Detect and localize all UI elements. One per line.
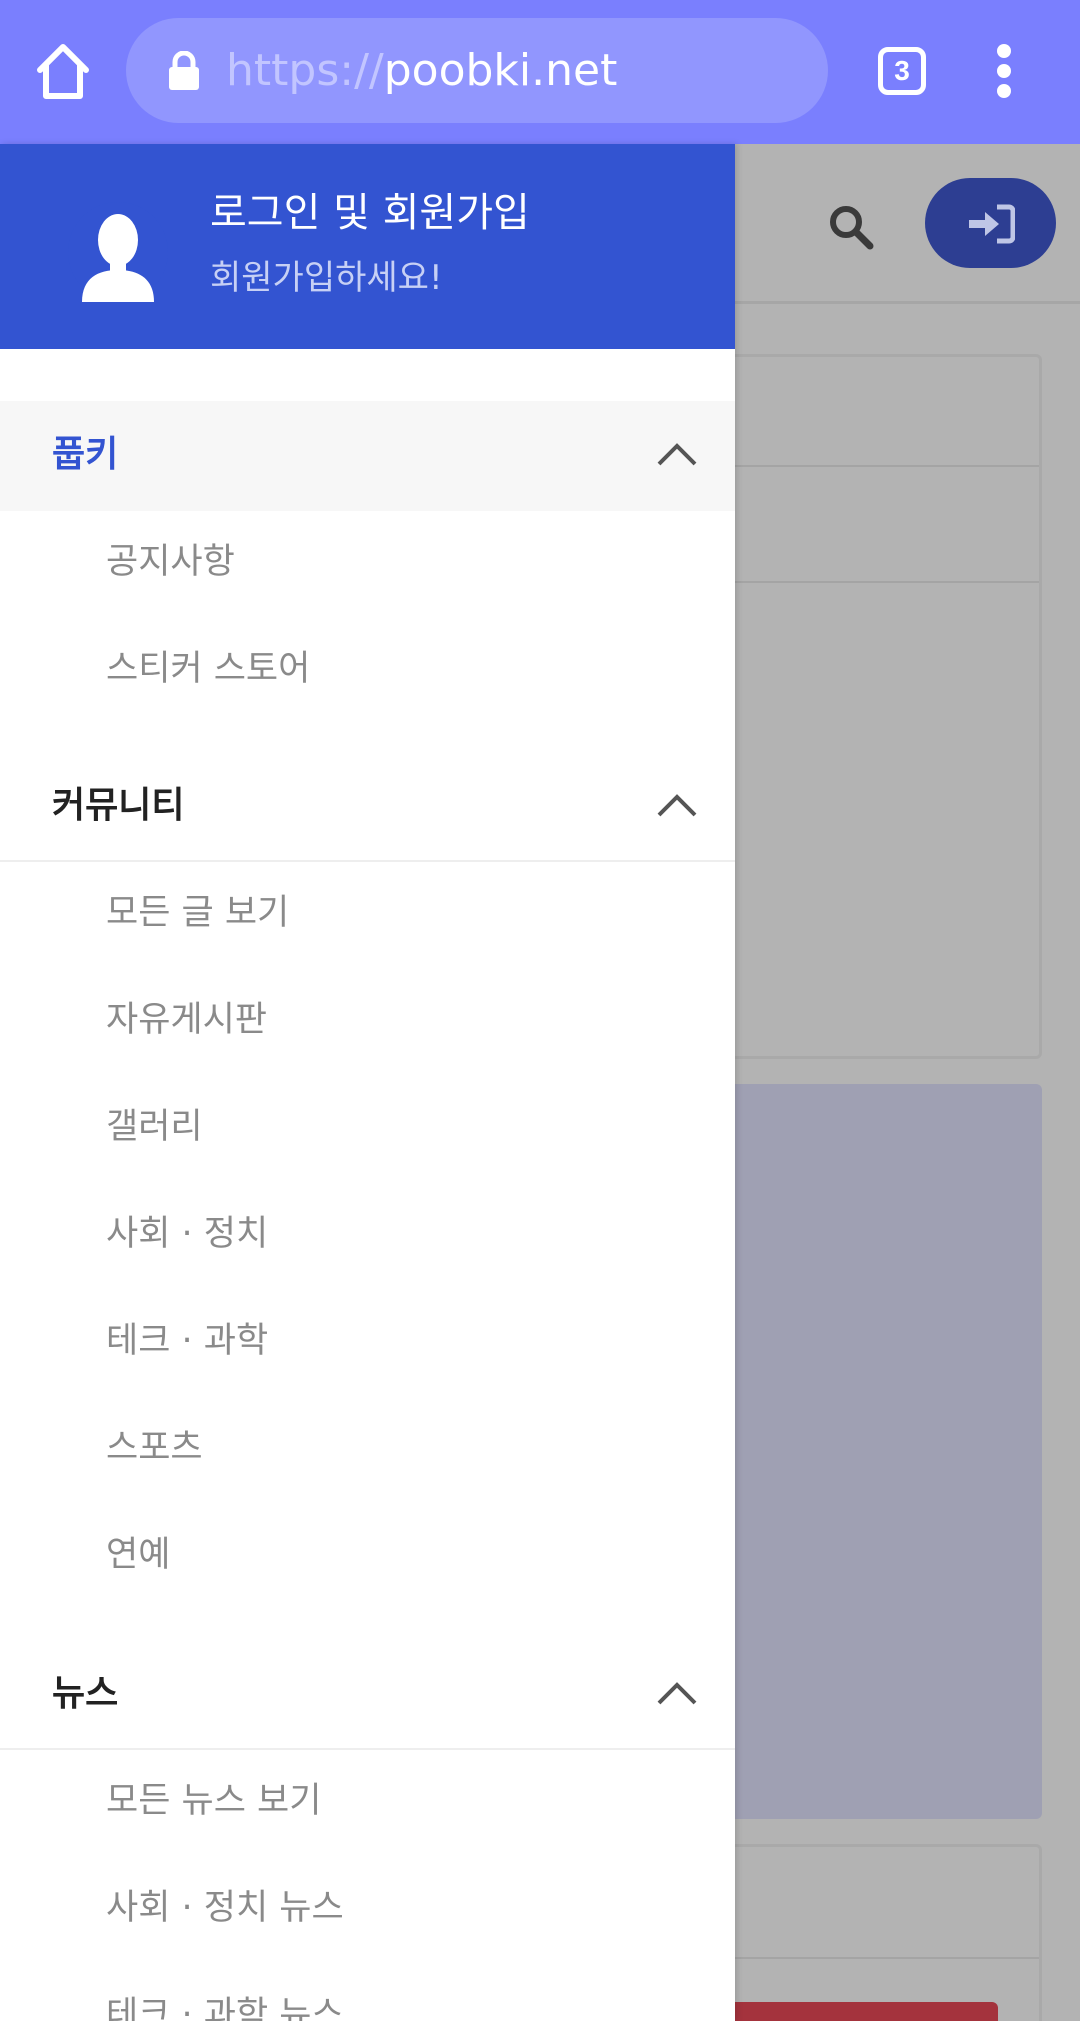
menu-item-label: 테크 · 과학 뉴스 <box>106 1995 344 2021</box>
browser-toolbar: https://poobki.net 3 <box>0 0 1080 144</box>
address-bar[interactable]: https://poobki.net <box>126 18 828 123</box>
content-card <box>700 1844 1042 2021</box>
sign-in-icon <box>969 204 1015 244</box>
section-label: 풉키 <box>52 434 119 475</box>
menu-item-tech-science[interactable]: 테크 · 과학 <box>0 1289 735 1396</box>
menu-item-label: 테크 · 과학 <box>106 1321 269 1361</box>
menu-item-label: 연예 <box>106 1535 171 1575</box>
menu-item-all-news[interactable]: 모든 뉴스 보기 <box>0 1749 735 1856</box>
menu-item-label: 사회 · 정치 뉴스 <box>106 1888 344 1928</box>
menu-item-sports[interactable]: 스포츠 <box>0 1396 735 1503</box>
chevron-up-icon <box>657 443 697 466</box>
menu-item-sticker-store[interactable]: 스티커 스토어 <box>0 617 735 724</box>
menu-item-notice[interactable]: 공지사항 <box>0 510 735 617</box>
menu-item-society-politics-news[interactable]: 사회 · 정치 뉴스 <box>0 1856 735 1963</box>
menu-item-entertainment[interactable]: 연예 <box>0 1503 735 1610</box>
navigation-drawer: 로그인 및 회원가입 회원가입하세요! 풉키 공지사항 스티커 스토어 커뮤니티… <box>0 144 735 2021</box>
menu-item-label: 스포츠 <box>106 1428 203 1468</box>
section-news[interactable]: 뉴스 <box>0 1640 735 1750</box>
section-poobki[interactable]: 풉키 <box>0 401 735 511</box>
login-signup-title: 로그인 및 회원가입 <box>210 190 530 236</box>
avatar <box>68 202 168 302</box>
menu-item-gallery[interactable]: 갤러리 <box>0 1075 735 1182</box>
content-card <box>700 354 1042 1059</box>
menu-item-label: 자유게시판 <box>106 1000 268 1040</box>
menu-item-label: 스티커 스토어 <box>106 649 311 689</box>
overflow-menu-icon[interactable] <box>990 44 1020 98</box>
menu-item-label: 모든 뉴스 보기 <box>106 1781 322 1821</box>
search-icon <box>830 206 874 250</box>
menu-item-label: 사회 · 정치 <box>106 1214 269 1254</box>
tab-switcher-button[interactable]: 3 <box>878 47 926 95</box>
red-banner <box>700 2002 998 2021</box>
section-label: 커뮤니티 <box>52 785 185 826</box>
lock-icon <box>169 51 199 90</box>
signup-subtitle: 회원가입하세요! <box>210 258 443 298</box>
url-text: https://poobki.net <box>226 48 617 94</box>
login-button <box>925 178 1056 268</box>
menu-item-all-posts[interactable]: 모든 글 보기 <box>0 861 735 968</box>
menu-item-free-board[interactable]: 자유게시판 <box>0 968 735 1075</box>
url-scheme: https:// <box>226 45 384 96</box>
home-icon[interactable] <box>34 40 92 102</box>
user-silhouette-icon <box>82 214 154 302</box>
menu-item-tech-science-news[interactable]: 테크 · 과학 뉴스 <box>0 1963 735 2021</box>
section-label: 뉴스 <box>52 1673 119 1714</box>
menu-item-society-politics[interactable]: 사회 · 정치 <box>0 1182 735 1289</box>
drawer-header[interactable]: 로그인 및 회원가입 회원가입하세요! <box>0 144 735 349</box>
banner-area <box>700 1084 1042 1819</box>
url-host: poobki.net <box>383 45 618 96</box>
menu-item-label: 모든 글 보기 <box>106 893 290 933</box>
menu-item-label: 공지사항 <box>106 542 235 582</box>
chevron-up-icon <box>657 794 697 817</box>
menu-item-label: 갤러리 <box>106 1107 203 1147</box>
section-community[interactable]: 커뮤니티 <box>0 752 735 862</box>
chevron-up-icon <box>657 1682 697 1705</box>
